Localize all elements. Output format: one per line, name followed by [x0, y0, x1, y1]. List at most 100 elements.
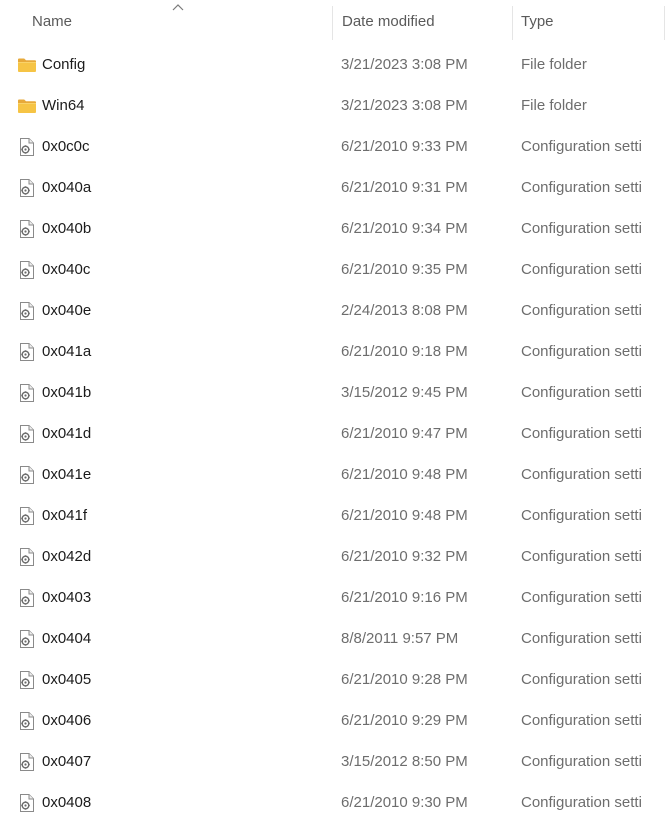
file-name: 0x0403 [42, 589, 92, 606]
file-name: Config [42, 56, 86, 73]
file-name: 0x041d [42, 425, 92, 442]
file-name: 0x0407 [42, 753, 92, 770]
file-list-row[interactable]: 0x040e 2/24/2013 8:08 PM Configuration set… [0, 290, 672, 331]
file-name: 0x041a [42, 343, 92, 360]
file-name: 0x040e [42, 302, 92, 319]
column-header-name[interactable]: Name [0, 0, 332, 44]
column-header-date-modified[interactable]: Date modified [332, 0, 512, 44]
column-header-date-label: Date modified [342, 13, 435, 30]
file-type: Configuration setti [521, 138, 642, 155]
config-file-icon [17, 711, 37, 731]
file-name: 0x0404 [42, 630, 92, 647]
file-name: 0x040b [42, 220, 92, 237]
file-date-modified: 6/21/2010 9:29 PM [341, 712, 468, 729]
file-type: Configuration setti [521, 671, 642, 688]
file-list-row[interactable]: 0x040c 6/21/2010 9:35 PM Configuration set… [0, 249, 672, 290]
config-file-icon [17, 424, 37, 444]
file-type: Configuration setti [521, 753, 642, 770]
file-name: 0x0405 [42, 671, 92, 688]
config-file-icon [17, 137, 37, 157]
file-type: Configuration setti [521, 630, 642, 647]
file-list-row[interactable]: 0x041a 6/21/2010 9:18 PM Configuration set… [0, 331, 672, 372]
file-date-modified: 2/24/2013 8:08 PM [341, 302, 468, 319]
column-header-type-label: Type [521, 13, 554, 30]
file-list-row[interactable]: 0x0406 6/21/2010 9:29 PM Configuration set… [0, 700, 672, 741]
file-name: 0x040c [42, 261, 91, 278]
file-name: 0x040a [42, 179, 92, 196]
file-date-modified: 6/21/2010 9:32 PM [341, 548, 468, 565]
file-name: 0x0c0c [42, 138, 90, 155]
file-list-row[interactable]: Config 3/21/2023 3:08 PM File folder [0, 44, 672, 85]
config-file-icon [17, 301, 37, 321]
file-date-modified: 6/21/2010 9:18 PM [341, 343, 468, 360]
file-list-row[interactable]: 0x0403 6/21/2010 9:16 PM Configuration set… [0, 577, 672, 618]
file-type: File folder [521, 56, 587, 73]
config-file-icon [17, 670, 37, 690]
file-type: Configuration setti [521, 343, 642, 360]
config-file-icon [17, 178, 37, 198]
folder-icon [17, 55, 37, 75]
file-name: 0x041e [42, 466, 92, 483]
config-file-icon [17, 506, 37, 526]
file-date-modified: 3/21/2023 3:08 PM [341, 56, 468, 73]
config-file-icon [17, 547, 37, 567]
column-header-bar: Name Date modified Type [0, 0, 672, 44]
file-date-modified: 6/21/2010 9:35 PM [341, 261, 468, 278]
file-date-modified: 6/21/2010 9:34 PM [341, 220, 468, 237]
file-list-row[interactable]: 0x040a 6/21/2010 9:31 PM Configuration set… [0, 167, 672, 208]
file-type: Configuration setti [521, 179, 642, 196]
file-type: Configuration setti [521, 712, 642, 729]
file-list-row[interactable]: 0x041e 6/21/2010 9:48 PM Configuration set… [0, 454, 672, 495]
folder-icon [17, 96, 37, 116]
chevron-up-icon [172, 4, 184, 11]
column-divider[interactable] [664, 6, 665, 40]
file-date-modified: 6/21/2010 9:48 PM [341, 466, 468, 483]
file-date-modified: 6/21/2010 9:48 PM [341, 507, 468, 524]
file-list: Config 3/21/2023 3:08 PM File folder Win64… [0, 44, 672, 823]
file-date-modified: 8/8/2011 9:57 PM [341, 630, 459, 647]
file-list-row[interactable]: 0x0c0c 6/21/2010 9:33 PM Configuration set… [0, 126, 672, 167]
file-type: Configuration setti [521, 548, 642, 565]
file-list-row[interactable]: 0x0404 8/8/2011 9:57 PM Configuration sett… [0, 618, 672, 659]
file-type: File folder [521, 97, 587, 114]
column-header-name-label: Name [32, 13, 73, 30]
file-type: Configuration setti [521, 384, 642, 401]
file-name: 0x042d [42, 548, 92, 565]
file-date-modified: 3/15/2012 8:50 PM [341, 753, 468, 770]
file-date-modified: 6/21/2010 9:33 PM [341, 138, 468, 155]
file-list-row[interactable]: 0x0408 6/21/2010 9:30 PM Configuration set… [0, 782, 672, 823]
file-name: Win64 [42, 97, 85, 114]
file-list-row[interactable]: 0x0405 6/21/2010 9:28 PM Configuration set… [0, 659, 672, 700]
file-list-row[interactable]: 0x041f 6/21/2010 9:48 PM Configuration set… [0, 495, 672, 536]
config-file-icon [17, 260, 37, 280]
file-list-row[interactable]: 0x041d 6/21/2010 9:47 PM Configuration set… [0, 413, 672, 454]
file-date-modified: 6/21/2010 9:28 PM [341, 671, 468, 688]
file-date-modified: 3/21/2023 3:08 PM [341, 97, 468, 114]
config-file-icon [17, 752, 37, 772]
file-date-modified: 6/21/2010 9:47 PM [341, 425, 468, 442]
file-type: Configuration setti [521, 589, 642, 606]
file-date-modified: 6/21/2010 9:30 PM [341, 794, 468, 811]
file-list-row[interactable]: 0x040b 6/21/2010 9:34 PM Configuration set… [0, 208, 672, 249]
config-file-icon [17, 219, 37, 239]
config-file-icon [17, 629, 37, 649]
file-list-row[interactable]: 0x041b 3/15/2012 9:45 PM Configuration set… [0, 372, 672, 413]
file-list-row[interactable]: 0x0407 3/15/2012 8:50 PM Configuration set… [0, 741, 672, 782]
file-name: 0x0406 [42, 712, 92, 729]
file-list-row[interactable]: Win64 3/21/2023 3:08 PM File folder [0, 85, 672, 126]
file-date-modified: 6/21/2010 9:16 PM [341, 589, 468, 606]
file-list-view: Name Date modified Type Config 3/21/2023 … [0, 0, 672, 833]
file-type: Configuration setti [521, 507, 642, 524]
config-file-icon [17, 342, 37, 362]
file-type: Configuration setti [521, 466, 642, 483]
file-type: Configuration setti [521, 220, 642, 237]
file-name: 0x041b [42, 384, 92, 401]
file-list-row[interactable]: 0x042d 6/21/2010 9:32 PM Configuration set… [0, 536, 672, 577]
file-name: 0x0408 [42, 794, 92, 811]
column-header-type[interactable]: Type [512, 0, 672, 44]
config-file-icon [17, 793, 37, 813]
config-file-icon [17, 465, 37, 485]
file-type: Configuration setti [521, 794, 642, 811]
config-file-icon [17, 588, 37, 608]
config-file-icon [17, 383, 37, 403]
